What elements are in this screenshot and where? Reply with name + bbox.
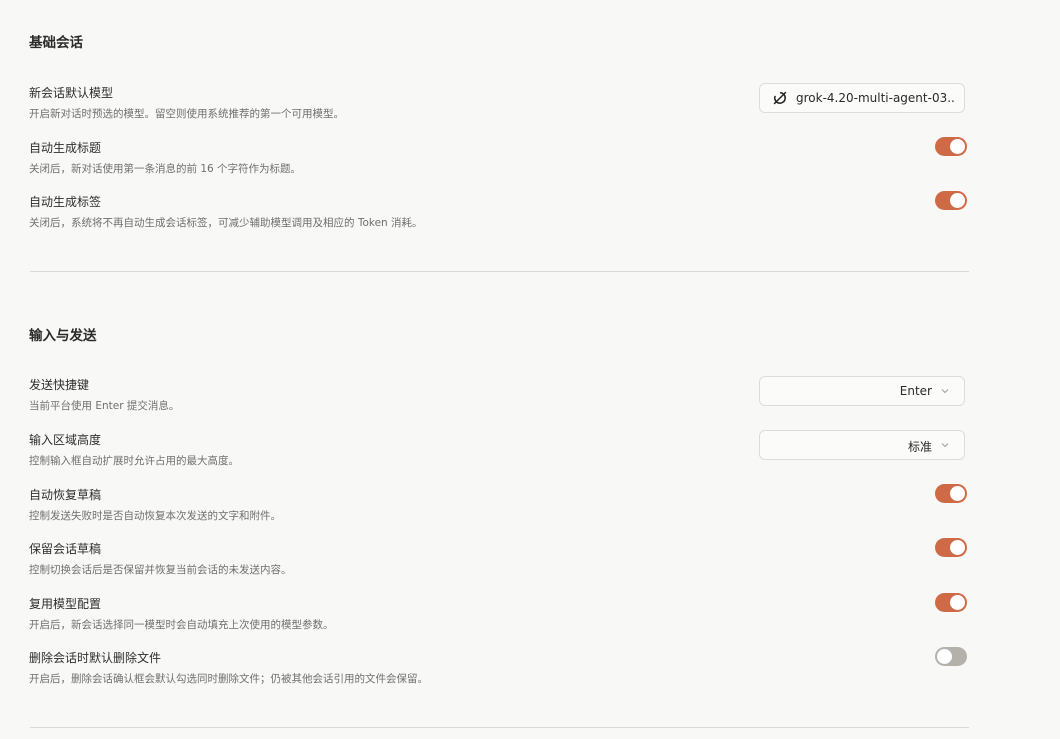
delete-files-toggle[interactable]: [935, 647, 967, 666]
default-model-desc: 开启新对话时预选的模型。留空则使用系统推荐的第一个可用模型。: [29, 108, 344, 120]
auto-tags-desc: 关闭后，系统将不再自动生成会话标签，可减少辅助模型调用及相应的 Token 消耗…: [29, 217, 423, 229]
send-shortcut-value: Enter: [899, 384, 932, 398]
setting-row-auto-tags: 自动生成标签 关闭后，系统将不再自动生成会话标签，可减少辅助模型调用及相应的 T…: [29, 191, 969, 237]
default-model-label: 新会话默认模型: [29, 86, 114, 100]
input-height-select[interactable]: 标准: [759, 430, 965, 460]
auto-tags-label: 自动生成标签: [29, 195, 102, 209]
auto-title-desc: 关闭后，新对话使用第一条消息的前 16 个字符作为标题。: [29, 163, 302, 175]
delete-files-desc: 开启后，删除会话确认框会默认勾选同时删除文件；仍被其他会话引用的文件会保留。: [29, 673, 428, 685]
input-height-value: 标准: [907, 440, 932, 454]
grok-logo-icon: [773, 91, 787, 105]
setting-row-auto-title: 自动生成标题 关闭后，新对话使用第一条消息的前 16 个字符作为标题。: [29, 137, 969, 183]
default-model-select[interactable]: grok-4.20-multi-agent-03...: [759, 83, 965, 113]
reuse-config-label: 复用模型配置: [29, 597, 102, 611]
settings-page: 基础会话 新会话默认模型 开启新对话时预选的模型。留空则使用系统推荐的第一个可用…: [0, 0, 1060, 739]
restore-draft-toggle[interactable]: [935, 484, 967, 503]
restore-draft-desc: 控制发送失败时是否自动恢复本次发送的文字和附件。: [29, 510, 281, 522]
chevron-down-icon: [941, 443, 949, 448]
setting-row-delete-files: 删除会话时默认删除文件 开启后，删除会话确认框会默认勾选同时删除文件；仍被其他会…: [29, 647, 969, 693]
send-shortcut-desc: 当前平台使用 Enter 提交消息。: [29, 400, 180, 412]
section-title-basic: 基础会话: [29, 35, 83, 51]
default-model-value: grok-4.20-multi-agent-03...: [796, 91, 956, 105]
keep-draft-label: 保留会话草稿: [29, 542, 102, 556]
reuse-config-toggle[interactable]: [935, 593, 967, 612]
keep-draft-desc: 控制切换会话后是否保留并恢复当前会话的未发送内容。: [29, 564, 292, 576]
auto-tags-toggle[interactable]: [935, 191, 967, 210]
chevron-down-icon: [941, 389, 949, 394]
auto-title-label: 自动生成标题: [29, 141, 102, 155]
section-divider: [30, 271, 969, 272]
input-height-label: 输入区域高度: [29, 433, 102, 447]
toggle-knob: [950, 540, 965, 555]
send-shortcut-select[interactable]: Enter: [759, 376, 965, 406]
input-height-desc: 控制输入框自动扩展时允许占用的最大高度。: [29, 455, 239, 467]
auto-title-toggle[interactable]: [935, 137, 967, 156]
section-title-input: 输入与发送: [29, 328, 97, 344]
setting-row-restore-draft: 自动恢复草稿 控制发送失败时是否自动恢复本次发送的文字和附件。: [29, 484, 969, 530]
setting-row-reuse-config: 复用模型配置 开启后，新会话选择同一模型时会自动填充上次使用的模型参数。: [29, 593, 969, 639]
keep-draft-toggle[interactable]: [935, 538, 967, 557]
toggle-knob: [950, 193, 965, 208]
restore-draft-label: 自动恢复草稿: [29, 488, 102, 502]
section-divider: [30, 727, 969, 728]
delete-files-label: 删除会话时默认删除文件: [29, 651, 162, 665]
toggle-knob: [950, 595, 965, 610]
setting-row-keep-draft: 保留会话草稿 控制切换会话后是否保留并恢复当前会话的未发送内容。: [29, 538, 969, 584]
toggle-knob: [937, 649, 952, 664]
toggle-knob: [950, 139, 965, 154]
toggle-knob: [950, 486, 965, 501]
reuse-config-desc: 开启后，新会话选择同一模型时会自动填充上次使用的模型参数。: [29, 619, 334, 631]
send-shortcut-label: 发送快捷键: [29, 378, 90, 392]
